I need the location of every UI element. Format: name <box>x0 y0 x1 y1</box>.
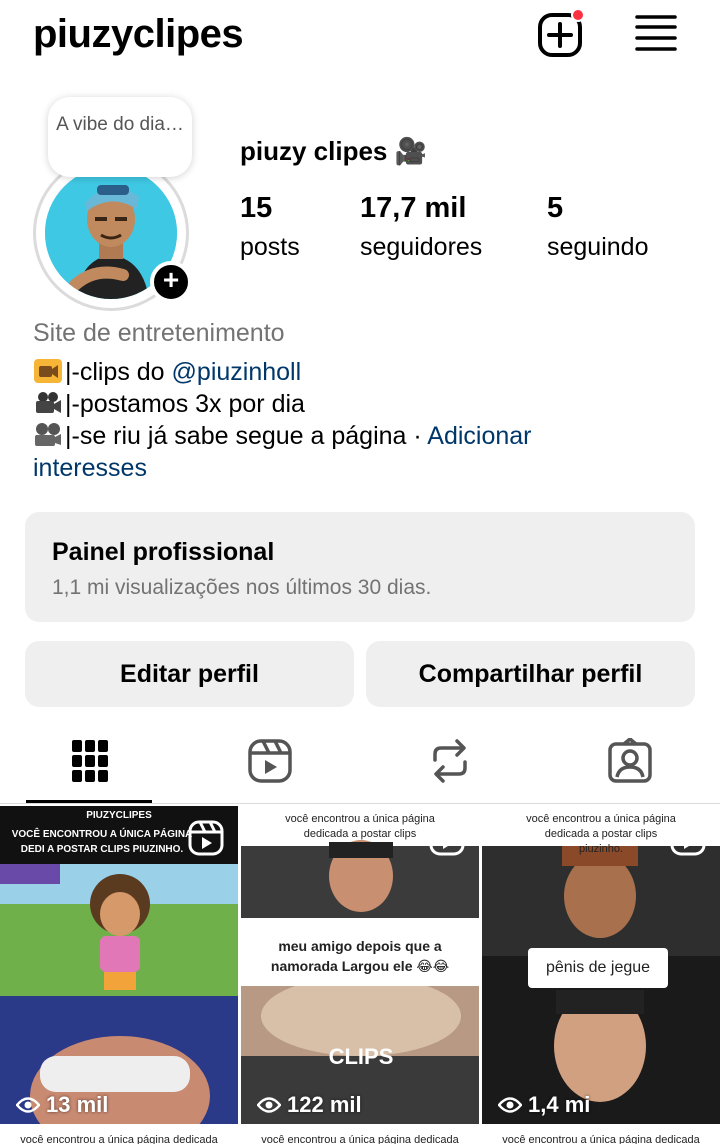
dashboard-title: Painel profissional <box>52 538 275 566</box>
bio-line-2: |-postamos 3x por dia <box>33 388 693 420</box>
grid-post-6-caption[interactable]: você encontrou a única página dedicada <box>482 1126 720 1144</box>
display-name-text: piuzy clipes <box>240 136 388 166</box>
post-2-view-count: 122 mil <box>287 1092 362 1117</box>
film-projector-emoji-icon <box>35 423 61 446</box>
tab-reposts[interactable] <box>400 718 500 804</box>
profile-avatar-area: + <box>33 155 208 315</box>
bio-line-1: |-clips do @piuzinholl <box>33 356 693 388</box>
grid-post-1[interactable]: PIUZYCLIPES VOCÊ ENCONTROU A ÚNICA PÁGIN… <box>0 806 238 1124</box>
reel-badge-icon <box>429 820 465 856</box>
bio-line-3: |-se riu já sabe segue a página · Adicio… <box>33 420 693 452</box>
dashboard-subtitle: 1,1 mi visualizações nos últimos 30 dias… <box>52 576 432 599</box>
next-grid-row: você encontrou a única página dedicada v… <box>0 1126 720 1144</box>
share-profile-button[interactable]: Compartilhar perfil <box>366 641 695 707</box>
eye-icon <box>16 1097 40 1113</box>
post-1-view-count: 13 mil <box>46 1092 109 1117</box>
following-label: seguindo <box>547 233 649 261</box>
bio-line-3-text: |-se riu já sabe segue a página · <box>65 422 428 450</box>
posts-grid: PIUZYCLIPES VOCÊ ENCONTROU A ÚNICA PÁGIN… <box>0 806 720 1144</box>
tab-tagged[interactable] <box>580 718 680 804</box>
post-3-views: 1,4 mi <box>498 1092 590 1118</box>
post-1-views: 13 mil <box>16 1092 108 1118</box>
grid-post-4-caption[interactable]: você encontrou a única página dedicada <box>0 1126 238 1144</box>
grid-icon <box>72 740 108 782</box>
profile-tabs <box>0 718 720 804</box>
post-2-views: 122 mil <box>257 1092 362 1118</box>
eye-icon <box>257 1097 281 1113</box>
grid-post-3[interactable]: você encontrou a única página dedicada a… <box>482 806 720 1124</box>
bio-line-2-text: |-postamos 3x por dia <box>65 390 305 418</box>
add-story-button[interactable]: + <box>150 261 192 303</box>
professional-dashboard[interactable]: Painel profissional 1,1 mi visualizações… <box>25 512 695 622</box>
stat-followers[interactable]: 17,7 mil seguidores <box>360 192 482 262</box>
top-bar: piuzyclipes <box>0 0 720 70</box>
reel-badge-icon <box>188 820 224 856</box>
followers-label: seguidores <box>360 233 483 261</box>
active-tab-indicator <box>26 800 152 803</box>
profile-category: Site de entretenimento <box>33 319 285 347</box>
post-3-view-count: 1,4 mi <box>528 1092 591 1117</box>
profile-username[interactable]: piuzyclipes <box>33 12 244 57</box>
tagged-icon <box>608 738 652 783</box>
add-interests-link[interactable]: Adicionar <box>427 422 531 450</box>
profile-bio: |-clips do @piuzinholl |-postamos 3x por… <box>33 356 693 484</box>
grid-post-5-caption[interactable]: você encontrou a única página dedicada <box>241 1126 479 1144</box>
video-camera-emoji-icon <box>36 392 61 413</box>
posts-count: 15 <box>240 192 273 224</box>
bio-line-1-text: |-clips do <box>65 358 172 386</box>
posts-label: posts <box>240 233 300 261</box>
post-2-mid-caption: meu amigo depois que a namorada Largou e… <box>241 926 479 986</box>
display-name: piuzy clipes 🎥 <box>240 136 427 167</box>
new-post-button[interactable] <box>537 8 585 58</box>
stat-following[interactable]: 5 seguindo <box>547 192 648 262</box>
eye-icon <box>498 1097 522 1113</box>
svg-text:CLIPS: CLIPS <box>329 1044 394 1069</box>
reels-icon <box>248 739 292 783</box>
camera-emoji-icon: 🎥 <box>394 136 427 166</box>
reel-badge-icon <box>670 820 706 856</box>
note-bubble[interactable]: A vibe do dia… <box>48 97 192 177</box>
following-count: 5 <box>547 192 564 224</box>
post-3-mid-caption: pênis de jegue <box>528 948 668 988</box>
reposts-icon <box>433 739 467 783</box>
tab-reels[interactable] <box>220 718 320 804</box>
notification-dot <box>571 8 585 22</box>
stat-posts[interactable]: 15 posts <box>240 192 300 262</box>
add-interests-link-continued[interactable]: interesses <box>33 452 693 484</box>
movie-camera-emoji-icon <box>34 359 62 383</box>
menu-button[interactable] <box>635 13 677 53</box>
edit-profile-button[interactable]: Editar perfil <box>25 641 354 707</box>
tab-posts-grid[interactable] <box>40 718 140 804</box>
grid-post-2[interactable]: CLIPS você encontrou a única página dedi… <box>241 806 479 1124</box>
hamburger-menu-icon <box>635 15 677 51</box>
bio-mention-link[interactable]: @piuzinholl <box>172 358 302 386</box>
followers-count: 17,7 mil <box>360 192 467 224</box>
